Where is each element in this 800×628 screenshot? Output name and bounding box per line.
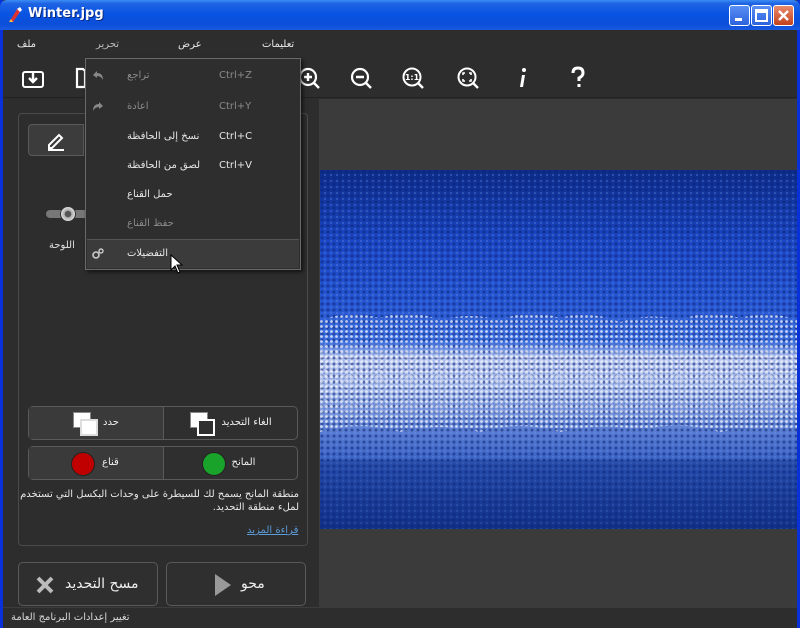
help-question-icon[interactable]: [566, 66, 590, 90]
minimize-icon: [735, 18, 742, 21]
redo-icon: [93, 102, 103, 111]
actual-size-icon[interactable]: 1:1: [401, 66, 425, 90]
gears-icon: [92, 248, 104, 259]
maximize-button[interactable]: [751, 5, 772, 26]
menu-edit[interactable]: تحرير: [96, 39, 119, 50]
minimize-button[interactable]: [729, 5, 750, 26]
fit-window-icon[interactable]: [456, 66, 480, 90]
image-canvas-area[interactable]: [319, 99, 797, 607]
help-description: منطقة المانح يسمح لك للسيطرة على وحدات ا…: [20, 489, 299, 513]
menu-redo[interactable]: اعادة Ctrl+Y: [87, 93, 299, 122]
pencil-icon: [48, 133, 64, 151]
info-icon[interactable]: [511, 66, 535, 90]
clear-selection-button[interactable]: مسح التحديد: [18, 562, 158, 606]
edit-menu-dropdown: تراجع Ctrl+Z اعادة Ctrl+Y نسخ إلى الحافظ…: [85, 58, 301, 270]
menu-paste-from-clipboard[interactable]: لصق من الحافظة Ctrl+V: [87, 152, 299, 181]
app-logo-icon: [9, 7, 22, 22]
menu-view[interactable]: عرض: [178, 39, 202, 50]
menu-copy-to-clipboard[interactable]: نسخ إلى الحافظة Ctrl+C: [87, 123, 299, 152]
open-file-icon[interactable]: [21, 66, 45, 90]
menu-file[interactable]: ملف: [17, 39, 36, 50]
maximize-icon: [755, 9, 768, 22]
brush-size-label: اللوحة: [49, 240, 75, 251]
window-title: Winter.jpg: [28, 6, 104, 21]
play-icon: [215, 574, 231, 596]
donor-button[interactable]: المانح: [164, 447, 298, 479]
menu-save-mask[interactable]: حفظ القناع: [87, 210, 299, 239]
undo-icon: [93, 71, 103, 80]
photo-texture: [320, 170, 797, 529]
status-bar: تغيير إعدادات البرنامج العامة: [3, 607, 797, 628]
erase-button[interactable]: محو: [166, 562, 306, 606]
mask-donor-row: قناع المانح: [28, 446, 298, 480]
donor-color-swatch: [201, 452, 226, 476]
brush-size-slider-knob[interactable]: [60, 206, 76, 222]
close-icon: [778, 10, 789, 21]
menu-bar: ملف تحرير عرض تعليمات: [3, 30, 797, 58]
selection-buttons-row: حدد الغاء التحديد: [28, 406, 298, 440]
close-button[interactable]: [773, 5, 794, 26]
menu-preferences[interactable]: التفضيلات: [87, 239, 299, 268]
winter-forest-photo[interactable]: [320, 170, 797, 529]
mouse-cursor-icon: [170, 254, 184, 274]
menu-load-mask[interactable]: حمل القناع: [87, 181, 299, 210]
x-icon: [36, 576, 54, 594]
mask-color-swatch: [71, 452, 95, 476]
zoom-out-icon[interactable]: [349, 66, 373, 90]
menu-help[interactable]: تعليمات: [262, 39, 294, 50]
read-more-link[interactable]: قراءة المزيد: [247, 525, 298, 536]
brush-tool-tab[interactable]: [28, 124, 84, 156]
mask-button[interactable]: قناع: [29, 447, 164, 479]
menu-undo[interactable]: تراجع Ctrl+Z: [87, 62, 299, 91]
deselect-button[interactable]: الغاء التحديد: [164, 407, 298, 439]
deselect-squares-icon: [189, 412, 216, 436]
status-text: تغيير إعدادات البرنامج العامة: [11, 612, 130, 623]
svg-text:1:1: 1:1: [405, 73, 420, 82]
select-button[interactable]: حدد: [29, 407, 164, 439]
select-squares-icon: [73, 412, 99, 436]
app-window: Winter.jpg ملف تحرير عرض تعليمات 1:1 الل…: [0, 0, 800, 628]
title-bar[interactable]: Winter.jpg: [0, 0, 800, 30]
